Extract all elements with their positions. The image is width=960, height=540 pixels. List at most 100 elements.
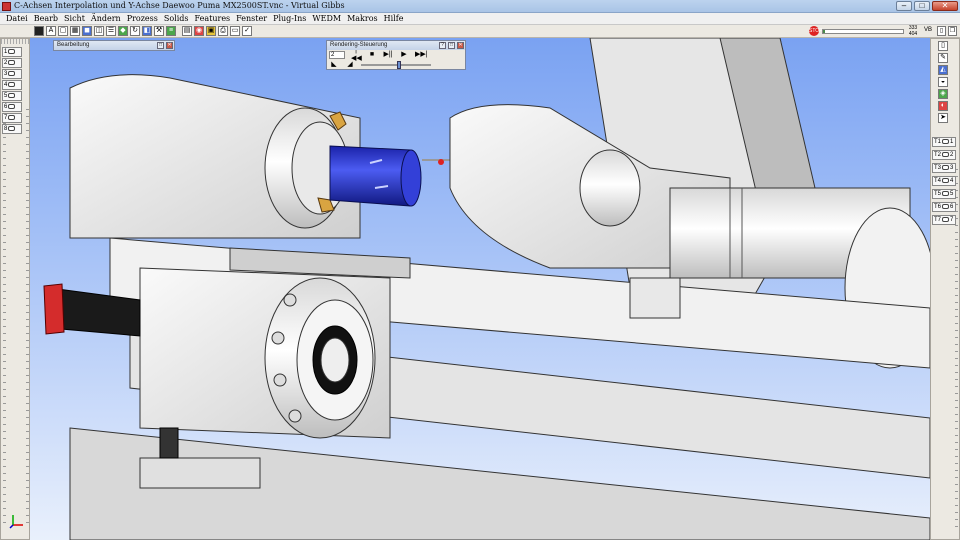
minimize-button[interactable]: – [896, 1, 912, 11]
menu-hilfe[interactable]: Hilfe [381, 13, 407, 24]
arrow-icon[interactable]: ➤ [938, 113, 948, 123]
milling-spindle [579, 149, 641, 227]
right-tool-slot-number: 5 [950, 191, 954, 197]
stop-icon[interactable]: ■ [367, 51, 377, 59]
speed-slider[interactable] [361, 61, 431, 69]
maximize-button[interactable]: □ [914, 1, 930, 11]
bearbeitung-title-text: Bearbeitung [57, 42, 90, 48]
page-icon[interactable]: ▯ [938, 41, 948, 51]
tool-shape-icon [8, 70, 16, 76]
solid-icon[interactable]: ◆ [118, 26, 128, 36]
print-icon[interactable]: ⎙ [218, 26, 228, 36]
step-field[interactable]: 2 [329, 51, 345, 59]
3d-viewport[interactable]: Bearbeitung □ ✕ Rendering-Steuerung ? □ … [30, 38, 930, 540]
tool-shape-icon [942, 164, 950, 170]
bearbeitung-restore-button[interactable]: □ [157, 42, 164, 49]
right-icon-column: ▯ ✎ ◭ ◒ ◈ ◐ ➤ [935, 41, 957, 131]
fast-forward-icon[interactable]: ▶▶| [415, 51, 428, 59]
outline-box-icon[interactable]: ▢ [58, 26, 68, 36]
blue-box-icon[interactable]: ◼ [82, 26, 92, 36]
main-toolbar: A ▢ ▦ ◼ ◫ ☰ ◆ ↻ ◧ ⚒ ≡ ▤ ◉ ▣ ⎙ ▭ ✓ STOP 3… [0, 25, 960, 38]
right-tool-slot[interactable]: T2 2 [932, 150, 956, 160]
left-tool-slot[interactable]: 3 [2, 69, 22, 79]
copy-icon[interactable]: ❐ [948, 26, 957, 36]
layers-icon[interactable]: ☰ [106, 26, 116, 36]
menu-sicht[interactable]: Sicht [61, 13, 88, 24]
left-tool-slot[interactable]: 5 [2, 91, 22, 101]
right-tool-slot-number: 3 [950, 165, 954, 171]
bearbeitung-close-button[interactable]: ✕ [166, 42, 173, 49]
save-icon[interactable]: ▭ [230, 26, 240, 36]
rendering-control-title-text: Rendering-Steuerung [330, 42, 388, 48]
right-tool-slot-label: T5 [934, 191, 942, 197]
left-tool-slot[interactable]: 8 [2, 124, 22, 134]
menu-fenster[interactable]: Fenster [233, 13, 270, 24]
disc-icon[interactable]: ◒ [938, 77, 948, 87]
right-tool-slot[interactable]: T1 1 [932, 137, 956, 147]
right-tool-slot[interactable]: T5 5 [932, 189, 956, 199]
machine-icon[interactable]: ▣ [206, 26, 216, 36]
lathe-icon[interactable]: ◐ [938, 101, 948, 111]
chart-icon[interactable]: ▤ [182, 26, 192, 36]
left-tool-slot-number: 3 [4, 71, 8, 77]
shaded-icon[interactable]: ◧ [142, 26, 152, 36]
left-tool-slot[interactable]: 6 [2, 102, 22, 112]
rotate-icon[interactable]: ↻ [130, 26, 140, 36]
grid-view-icon[interactable]: ▦ [70, 26, 80, 36]
menu-prozess[interactable]: Prozess [124, 13, 161, 24]
right-tool-slot[interactable]: T3 3 [932, 163, 956, 173]
stop-button[interactable]: STOP [809, 26, 823, 36]
menu-bar: Datei Bearb Sicht Ändern Prozess Solids … [0, 13, 960, 25]
machine-scene [43, 38, 930, 540]
left-tool-slot[interactable]: 7 [2, 113, 22, 123]
right-tool-slot[interactable]: T7 7 [932, 215, 956, 225]
turtle-icon[interactable]: ◣ [329, 61, 339, 69]
right-tool-slot[interactable]: T4 4 [932, 176, 956, 186]
left-tool-slot[interactable]: 2 [2, 58, 22, 68]
workpiece-end [400, 149, 422, 207]
rabbit-icon[interactable]: ◢ [345, 61, 355, 69]
right-tool-slot-number: 6 [950, 204, 954, 210]
tool-icon[interactable]: ⚒ [154, 26, 164, 36]
menu-aendern[interactable]: Ändern [88, 13, 124, 24]
rendering-restore-button[interactable]: □ [448, 42, 455, 49]
part-icon[interactable]: ◉ [194, 26, 204, 36]
left-tool-slot[interactable]: 4 [2, 80, 22, 90]
help-button[interactable]: ? [439, 42, 446, 49]
right-tool-slot-label: T7 [934, 217, 942, 223]
menu-makros[interactable]: Makros [344, 13, 381, 24]
play-icon[interactable]: ▶ [399, 51, 409, 59]
panel-grip[interactable] [1, 39, 29, 44]
wireframe-icon[interactable]: ◫ [94, 26, 104, 36]
tool-shape-icon [942, 190, 950, 196]
menu-bearb[interactable]: Bearb [31, 13, 61, 24]
menu-features[interactable]: Features [192, 13, 234, 24]
tool-shape-icon [942, 177, 950, 183]
rendering-control-window[interactable]: Rendering-Steuerung ? □ ✕ 2 |◀◀ ■ ▶|| ▶ … [326, 40, 466, 70]
rendering-close-button[interactable]: ✕ [457, 42, 464, 49]
black-square-icon[interactable] [34, 26, 44, 36]
check-icon[interactable]: ✓ [242, 26, 252, 36]
window-title-bar[interactable]: C-Achsen Interpolation und Y-Achse Daewo… [0, 0, 960, 13]
turret-base [139, 457, 261, 489]
right-tool-slot-number: 1 [950, 139, 954, 145]
edit-icon[interactable]: ✎ [938, 53, 948, 63]
bearbeitung-window[interactable]: Bearbeitung □ ✕ [53, 40, 175, 51]
app-icon [2, 2, 11, 11]
close-button[interactable]: ✕ [932, 1, 958, 11]
tool-shape-icon [8, 48, 16, 54]
color-icon[interactable]: ◈ [938, 89, 948, 99]
layer-stack-icon[interactable]: ≡ [166, 26, 176, 36]
speed-slider-thumb[interactable] [397, 61, 402, 69]
left-tool-slot[interactable]: 1 [2, 47, 22, 57]
right-tool-slot[interactable]: T6 6 [932, 202, 956, 212]
menu-datei[interactable]: Datei [3, 13, 31, 24]
left-tool-slot-number: 6 [4, 104, 8, 110]
menu-plugins[interactable]: Plug-Ins [270, 13, 309, 24]
pause-icon[interactable]: ▶|| [383, 51, 393, 59]
menu-solids[interactable]: Solids [161, 13, 192, 24]
menu-wedm[interactable]: WEDM [309, 13, 344, 24]
letter-a-icon[interactable]: A [46, 26, 56, 36]
shape-icon[interactable]: ◭ [938, 65, 948, 75]
new-document-icon[interactable]: ▯ [937, 26, 946, 36]
